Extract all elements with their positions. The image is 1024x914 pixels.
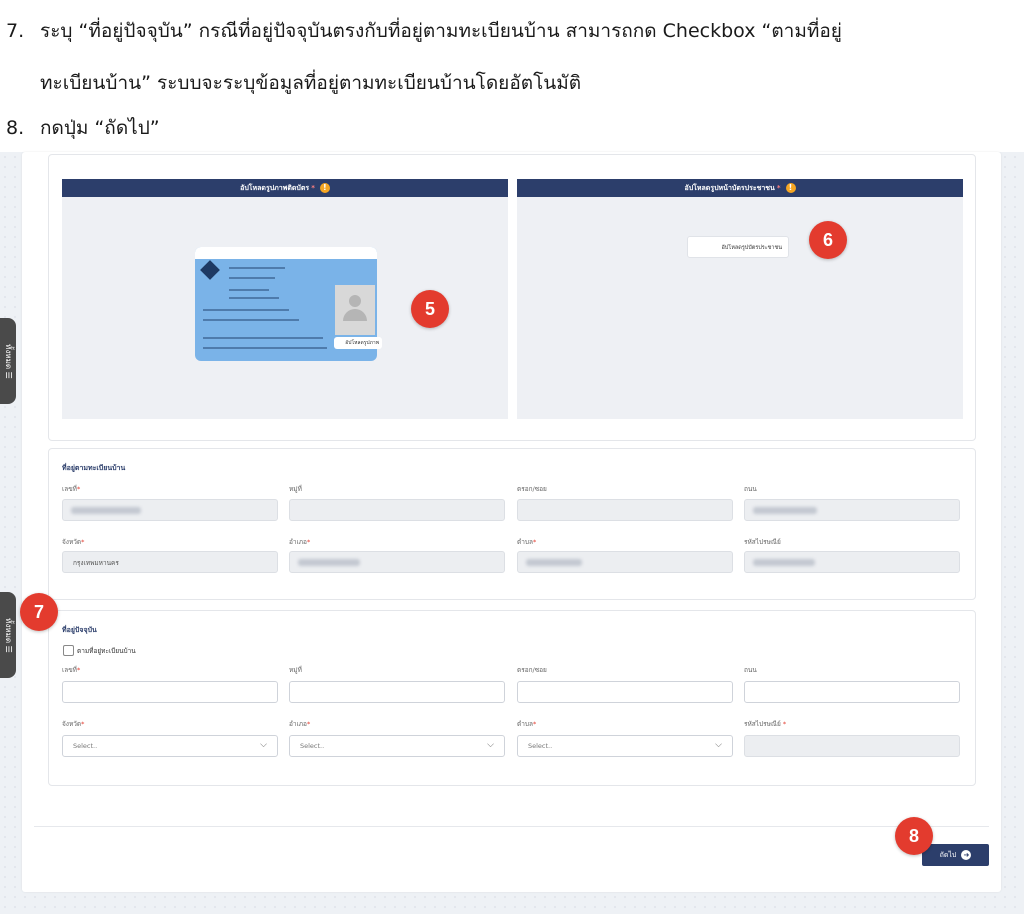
upload-photo-button[interactable]: อัปโหลดรูปภาพ — [334, 337, 382, 349]
reg-moo-field — [289, 499, 505, 521]
side-menu-tab-1[interactable]: ทั้งหมด ☰ — [0, 318, 16, 404]
reg-road-field — [744, 499, 960, 521]
current-address-card: ที่อยู่ปัจจุบัน ตามที่อยู่ทะเบียนบ้าน เล… — [48, 610, 976, 786]
cur-moo-label: หมู่ที่ — [289, 666, 302, 674]
instructions: 7. ระบุ “ที่อยู่ปัจจุบัน” กรณีที่อยู่ปัจจ… — [0, 0, 1024, 152]
cur-subdistrict-select[interactable]: Select.. ⌵ — [517, 735, 733, 757]
required-mark: * — [311, 184, 315, 192]
cur-house-no-input[interactable] — [62, 681, 278, 703]
reg-soi-label: ตรอก/ซอย — [517, 485, 547, 493]
reg-postcode-label: รหัสไปรษณีย์ — [744, 538, 781, 546]
registered-address-title: ที่อยู่ตามทะเบียนบ้าน — [62, 464, 126, 472]
reg-province-value: กรุงเทพมหานคร — [73, 559, 119, 567]
emblem-icon — [200, 260, 220, 280]
cur-road-input[interactable] — [744, 681, 960, 703]
reg-soi-field — [517, 499, 733, 521]
province-placeholder: Select.. — [73, 742, 98, 750]
reg-province-label: จังหวัด* — [62, 538, 85, 546]
side-menu-tab-2[interactable]: ทั้งหมด ☰ — [0, 592, 16, 678]
reg-district-field — [289, 551, 505, 573]
cur-district-select[interactable]: Select.. ⌵ — [289, 735, 505, 757]
reg-house-no-label: เลขที่* — [62, 485, 81, 493]
idcard-upload-title: อัปโหลดรูปหน้าบัตรประชาชน — [684, 183, 775, 192]
upload-card: อัปโหลดรูปภาพติดบัตร *! อัปโหลดรูปภาพ 5 … — [48, 154, 976, 441]
same-as-registered-label[interactable]: ตามที่อยู่ทะเบียนบ้าน — [77, 646, 136, 656]
arrow-right-icon: ➜ — [961, 850, 972, 860]
reg-moo-label: หมู่ที่ — [289, 485, 302, 493]
reg-district-label: อำเภอ* — [289, 538, 311, 546]
step-8-text: กดปุ่ม “ถัดไป” — [40, 117, 160, 139]
step-badge-5: 5 — [411, 290, 449, 328]
cur-house-no-label: เลขที่* — [62, 666, 81, 674]
reg-subdistrict-field — [517, 551, 733, 573]
form-screenshot: อัปโหลดรูปภาพติดบัตร *! อัปโหลดรูปภาพ 5 … — [0, 152, 1024, 914]
cur-postcode-field — [744, 735, 960, 757]
step-badge-7: 7 — [20, 593, 58, 631]
step-7-line-1: 7. ระบุ “ที่อยู่ปัจจุบัน” กรณีที่อยู่ปัจจ… — [6, 20, 842, 43]
cur-road-label: ถนน — [744, 666, 757, 674]
next-button[interactable]: ถัดไป ➜ — [922, 844, 989, 866]
photo-upload-header: อัปโหลดรูปภาพติดบัตร *! — [62, 179, 508, 197]
warning-icon: ! — [319, 183, 330, 193]
reg-province-field: กรุงเทพมหานคร — [62, 551, 278, 573]
reg-subdistrict-label: ตำบล* — [517, 538, 537, 546]
footer-divider — [34, 826, 989, 827]
id-card-header — [195, 247, 377, 259]
id-photo-placeholder — [335, 285, 375, 335]
cur-soi-label: ตรอก/ซอย — [517, 666, 547, 674]
step-7-number: 7. — [6, 20, 25, 42]
subdistrict-placeholder: Select.. — [528, 742, 553, 750]
form-panel: อัปโหลดรูปภาพติดบัตร *! อัปโหลดรูปภาพ 5 … — [22, 152, 1001, 892]
reg-house-no-field — [62, 499, 278, 521]
cur-district-label: อำเภอ* — [289, 720, 311, 728]
cur-moo-input[interactable] — [289, 681, 505, 703]
district-placeholder: Select.. — [300, 742, 325, 750]
cur-postcode-label: รหัสไปรษณีย์ * — [744, 720, 787, 728]
cur-soi-input[interactable] — [517, 681, 733, 703]
next-button-label: ถัดไป — [939, 850, 957, 859]
upload-idcard-button[interactable]: อัปโหลดรูปบัตรประชาชน — [687, 236, 789, 258]
step-7-line-2: ทะเบียนบ้าน” ระบบจะระบุข้อมูลที่อยู่ตามท… — [40, 72, 582, 94]
photo-upload-title: อัปโหลดรูปภาพติดบัตร — [240, 183, 310, 192]
step-7-text: ระบุ “ที่อยู่ปัจจุบัน” กรณีที่อยู่ปัจจุบ… — [40, 20, 842, 42]
step-8: 8. กดปุ่ม “ถัดไป” — [6, 117, 160, 140]
idcard-upload-box[interactable]: อัปโหลดรูปหน้าบัตรประชาชน *! อัปโหลดรูปบั… — [517, 179, 963, 419]
step-badge-8: 8 — [895, 817, 933, 855]
required-mark: * — [776, 184, 781, 192]
idcard-upload-header: อัปโหลดรูปหน้าบัตรประชาชน *! — [517, 179, 963, 197]
reg-postcode-field — [744, 551, 960, 573]
cur-province-label: จังหวัด* — [62, 720, 85, 728]
step-8-number: 8. — [6, 117, 25, 139]
current-address-title: ที่อยู่ปัจจุบัน — [62, 626, 97, 634]
chevron-down-icon: ⌵ — [260, 740, 267, 750]
warning-icon: ! — [785, 183, 796, 193]
same-as-registered-checkbox[interactable] — [63, 645, 74, 656]
chevron-down-icon: ⌵ — [715, 740, 722, 750]
chevron-down-icon: ⌵ — [487, 740, 494, 750]
cur-subdistrict-label: ตำบล* — [517, 720, 537, 728]
step-badge-6: 6 — [809, 221, 847, 259]
reg-road-label: ถนน — [744, 485, 757, 493]
registered-address-card: ที่อยู่ตามทะเบียนบ้าน เลขที่* หมู่ที่ ตร… — [48, 448, 976, 600]
cur-province-select[interactable]: Select.. ⌵ — [62, 735, 278, 757]
